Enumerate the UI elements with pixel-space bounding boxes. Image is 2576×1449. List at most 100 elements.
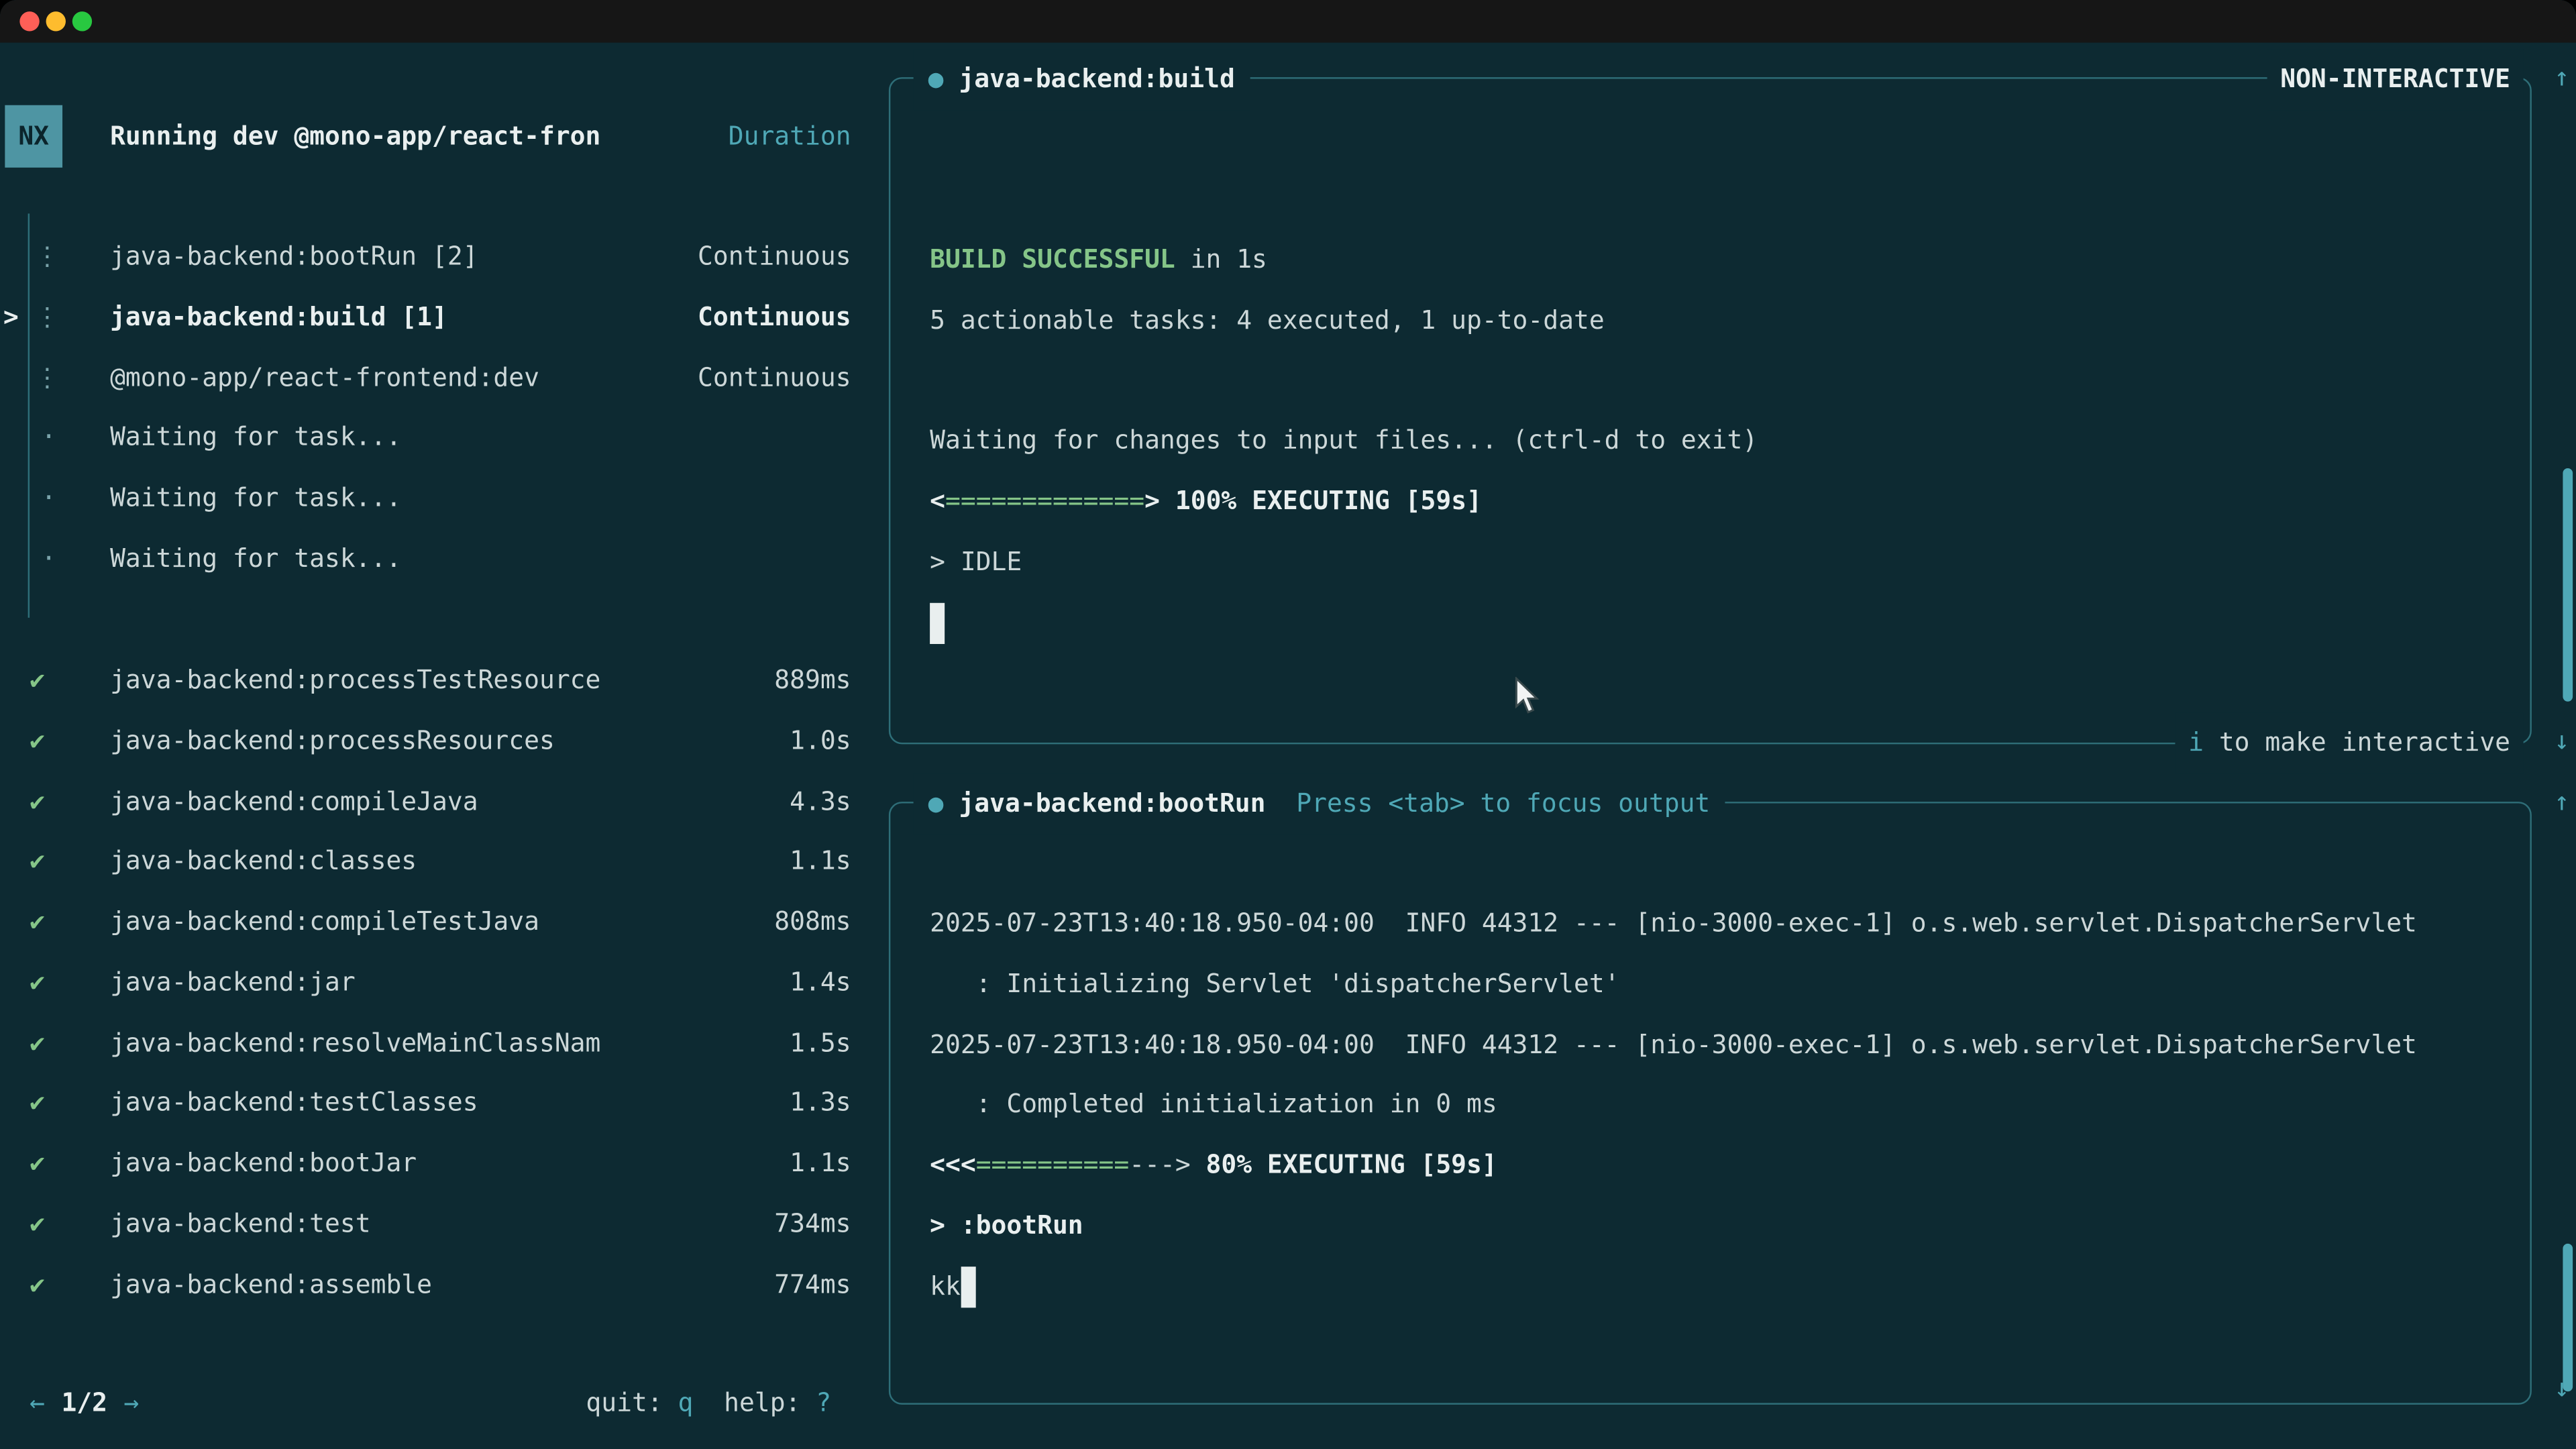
task-label: java-backend:bootJar — [110, 1134, 417, 1194]
non-interactive-badge: NON-INTERACTIVE — [2267, 49, 2524, 110]
task-duration: 734ms — [774, 1194, 851, 1254]
build-pane-scrollbar[interactable] — [2563, 468, 2573, 702]
hint-gap — [693, 1388, 724, 1417]
help-key: ? — [816, 1388, 831, 1417]
task-row[interactable]: ✔ java-backend:bootJar 1.1s — [0, 1134, 871, 1194]
terminal-cursor — [961, 1266, 976, 1307]
pane-status-dot-icon: ● — [928, 789, 944, 818]
idle-line: > IDLE — [930, 532, 2491, 592]
input-line: kk — [930, 1256, 2491, 1316]
help-hint-label: help: — [724, 1388, 816, 1417]
task-check-icon: ✔ — [30, 832, 45, 892]
progress-label: 80% EXECUTING [59s] — [1191, 1150, 1497, 1179]
log-line: 2025-07-23T13:40:18.950-04:00 INFO 44312… — [930, 894, 2491, 954]
bootrun-terminal-output[interactable]: 2025-07-23T13:40:18.950-04:00 INFO 44312… — [930, 894, 2491, 1316]
task-row[interactable]: ✔ java-backend:assemble 774ms — [0, 1254, 871, 1315]
page-indicator: 1/2 — [61, 1373, 107, 1434]
minimize-window-button[interactable] — [46, 11, 66, 31]
task-label: java-backend:processResources — [110, 711, 555, 771]
task-label: Waiting for task... — [110, 468, 401, 529]
zoom-window-button[interactable] — [72, 11, 92, 31]
scroll-up-icon[interactable]: ↑ — [2554, 48, 2569, 109]
task-row[interactable]: ✔ java-backend:testClasses 1.3s — [0, 1073, 871, 1134]
log-line: 2025-07-23T13:40:18.950-04:00 INFO 44312… — [930, 1014, 2491, 1075]
focus-output-hint: Press <tab> to focus output — [1296, 789, 1710, 818]
build-terminal-output[interactable]: BUILD SUCCESSFUL in 1s 5 actionable task… — [930, 230, 2491, 653]
task-row-waiting[interactable]: · Waiting for task... — [0, 408, 871, 468]
task-row[interactable]: ✔ java-backend:processResources 1.0s — [0, 711, 871, 771]
task-duration: 1.3s — [790, 1073, 851, 1134]
task-check-icon: ✔ — [30, 1134, 45, 1194]
task-row[interactable]: ✔ java-backend:test 734ms — [0, 1194, 871, 1254]
scroll-down-icon[interactable]: ↓ — [2554, 711, 2569, 772]
task-row-waiting[interactable]: · Waiting for task... — [0, 529, 871, 589]
task-row-waiting[interactable]: · Waiting for task... — [0, 468, 871, 529]
task-check-icon: ✔ — [30, 651, 45, 711]
waiting-line: Waiting for changes to input files... (c… — [930, 411, 2491, 472]
build-result-line: BUILD SUCCESSFUL in 1s — [930, 230, 2491, 290]
task-status: Continuous — [698, 287, 851, 347]
task-label: java-backend:classes — [110, 832, 417, 892]
sidebar-header: Running dev @mono-app/react-fron Duratio… — [110, 105, 851, 168]
waiting-bullet-icon: · — [41, 529, 56, 589]
progress-label: 100% EXECUTING [59s] — [1160, 486, 1482, 516]
task-duration: 1.1s — [790, 1134, 851, 1194]
pane-title: java-backend:bootRun — [959, 789, 1265, 818]
task-row-bootrun[interactable]: ⋮ java-backend:bootRun [2] Continuous — [0, 227, 871, 287]
task-row[interactable]: ✔ java-backend:compileJava 4.3s — [0, 771, 871, 832]
task-duration: 1.5s — [790, 1013, 851, 1073]
pane-status-dot-icon: ● — [928, 64, 944, 94]
run-command-title: Running dev @mono-app/react-fron — [110, 121, 600, 151]
task-spinner-icon: ⋮ — [34, 227, 60, 287]
task-duration: 808ms — [774, 892, 851, 953]
task-row[interactable]: ✔ java-backend:processTestResource 889ms — [0, 651, 871, 711]
task-label: java-backend:bootRun [2] — [110, 227, 478, 287]
interactive-hint: i to make interactive — [2175, 713, 2523, 774]
task-duration: 1.0s — [790, 711, 851, 771]
blank-line — [930, 351, 2491, 411]
task-check-icon: ✔ — [30, 953, 45, 1013]
task-check-icon: ✔ — [30, 1194, 45, 1254]
bootrun-output-pane[interactable]: ● java-backend:bootRun Press <tab> to fo… — [889, 802, 2532, 1405]
pagination: ← 1/2 → — [30, 1373, 139, 1434]
task-check-icon: ✔ — [30, 1073, 45, 1134]
interactive-hint-text: to make interactive — [2204, 728, 2510, 757]
task-check-icon: ✔ — [30, 892, 45, 953]
prev-page-icon[interactable]: ← — [30, 1373, 45, 1434]
task-row[interactable]: ✔ java-backend:jar 1.4s — [0, 953, 871, 1013]
scroll-up-icon[interactable]: ↑ — [2554, 772, 2569, 833]
log-line: : Initializing Servlet 'dispatcherServle… — [930, 954, 2491, 1014]
task-label: java-backend:resolveMainClassNam — [110, 1013, 600, 1073]
task-row[interactable]: ✔ java-backend:classes 1.1s — [0, 832, 871, 892]
task-duration: 889ms — [774, 651, 851, 711]
next-page-icon[interactable]: → — [124, 1373, 140, 1434]
quit-hint-label: quit: — [586, 1388, 678, 1417]
task-status: Continuous — [698, 347, 851, 408]
task-label: java-backend:compileJava — [110, 771, 478, 832]
task-label: java-backend:compileTestJava — [110, 892, 539, 953]
bootrun-pane-header: ● java-backend:bootRun Press <tab> to fo… — [914, 773, 1725, 835]
log-line: : Completed initialization in 0 ms — [930, 1075, 2491, 1135]
task-check-icon: ✔ — [30, 1013, 45, 1073]
task-check-icon: ✔ — [30, 1254, 45, 1315]
close-window-button[interactable] — [19, 11, 39, 31]
task-row-frontend-dev[interactable]: ⋮ @mono-app/react-frontend:dev Continuou… — [0, 347, 871, 408]
head-gap — [944, 789, 959, 818]
build-output-pane[interactable]: ● java-backend:build NON-INTERACTIVE BUI… — [889, 77, 2532, 744]
task-label: java-backend:jar — [110, 953, 356, 1013]
quit-key: q — [678, 1388, 694, 1417]
task-row[interactable]: ✔ java-backend:resolveMainClassNam 1.5s — [0, 1013, 871, 1073]
running-task-list: ⋮ java-backend:bootRun [2] Continuous > … — [0, 227, 871, 589]
task-spinner-icon: ⋮ — [34, 347, 60, 408]
progress-open: <<< — [930, 1150, 976, 1179]
task-duration: 1.4s — [790, 953, 851, 1013]
sidebar-footer: ← 1/2 → quit: q help: ? — [0, 1373, 851, 1434]
bootrun-pane-scrollbar[interactable] — [2563, 1244, 2573, 1391]
task-check-icon: ✔ — [30, 771, 45, 832]
nx-tui-app: NX Running dev @mono-app/react-fron Dura… — [0, 43, 2576, 1449]
task-row[interactable]: ✔ java-backend:compileTestJava 808ms — [0, 892, 871, 953]
window-titlebar — [0, 0, 2576, 43]
task-label: @mono-app/react-frontend:dev — [110, 347, 539, 408]
task-row-build-selected[interactable]: > ⋮ java-backend:build [1] Continuous — [0, 287, 871, 347]
nx-logo: NX — [5, 105, 62, 168]
